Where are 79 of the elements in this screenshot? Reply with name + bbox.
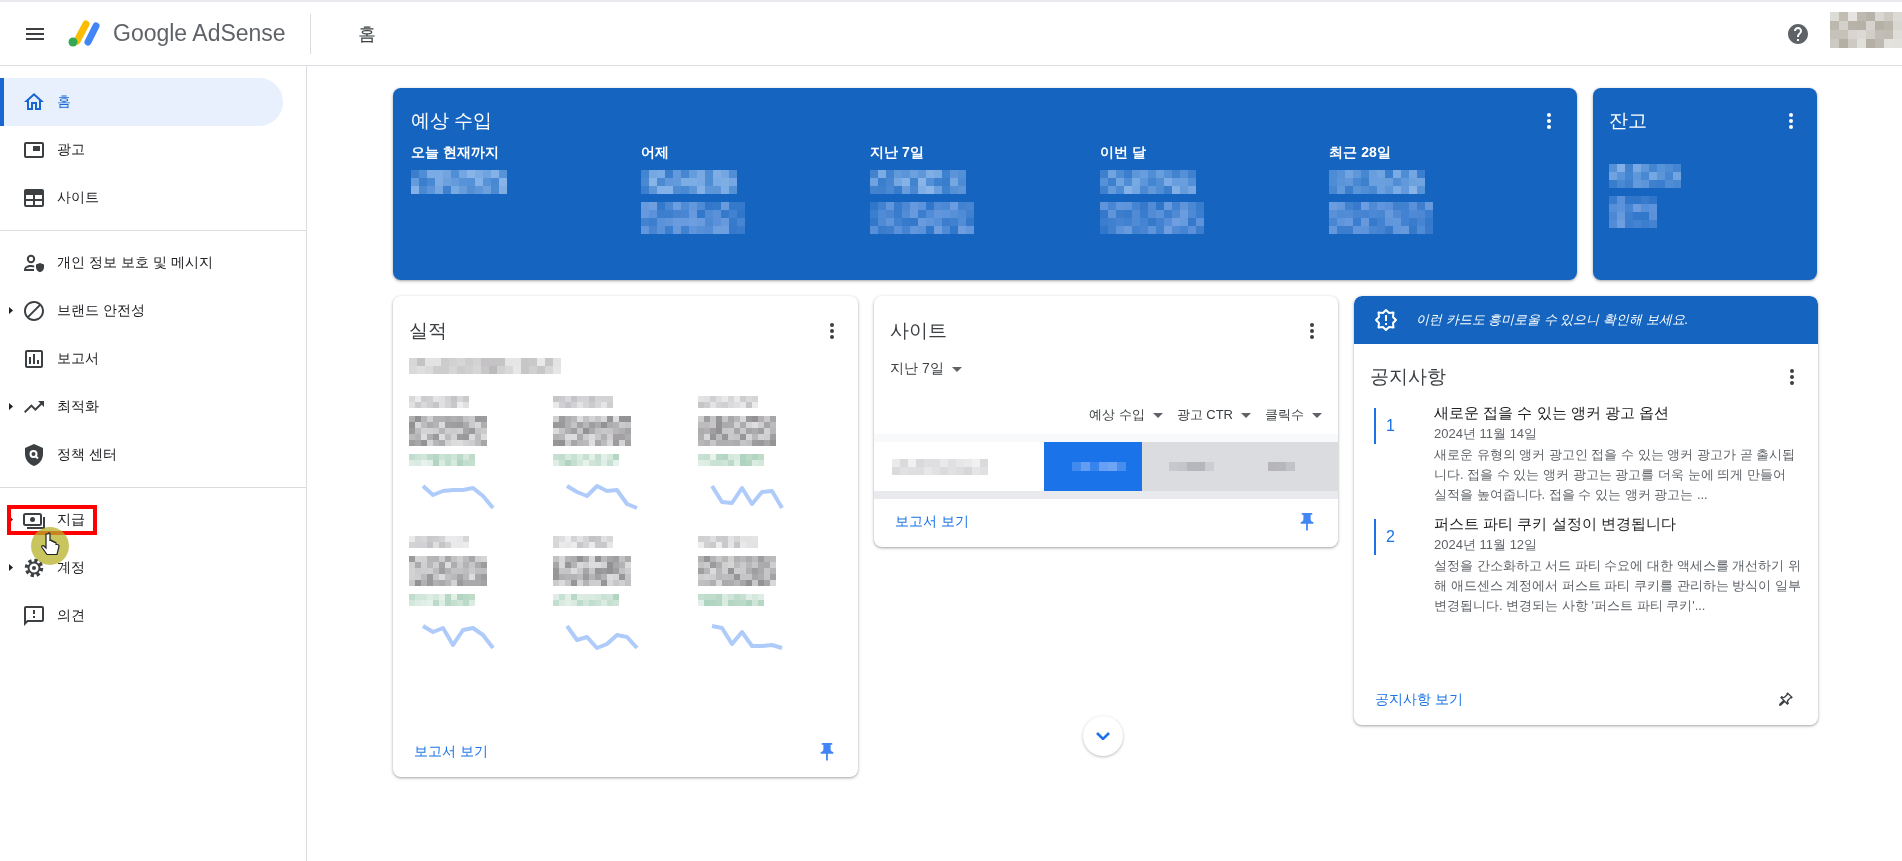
nav-item[interactable]: 의견 (0, 592, 283, 640)
menu-icon[interactable] (26, 27, 44, 40)
card-title: 실적 (409, 319, 447, 343)
caret-icon (1312, 412, 1322, 418)
more-options-icon[interactable] (1790, 369, 1794, 385)
caret-icon (1152, 412, 1163, 418)
pin-icon[interactable] (1776, 691, 1794, 709)
view-report-link[interactable]: 보고서 보기 (414, 743, 488, 761)
nav-item[interactable]: 정책 센터 (0, 431, 283, 479)
period-label: 지난 7일 (870, 144, 925, 162)
redacted-value (1268, 462, 1295, 471)
notice-date: 2024년 11월 12일 (1434, 536, 1539, 554)
more-options-icon[interactable] (1789, 113, 1793, 129)
redacted-value (409, 396, 469, 408)
redacted-value (697, 454, 764, 466)
notice-number: 2 (1374, 519, 1414, 555)
redacted-value (553, 396, 614, 408)
redacted-value (697, 536, 758, 548)
date-range-dropdown[interactable]: 지난 7일 (890, 360, 962, 378)
caret-icon (1241, 412, 1251, 418)
redacted-value (1609, 196, 1657, 228)
card-title: 사이트 (890, 319, 947, 343)
nav-item[interactable]: 지급 (0, 496, 283, 544)
redacted-value (409, 536, 469, 548)
nav-item[interactable]: 광고 (0, 126, 283, 174)
scroll-down-button[interactable] (1083, 716, 1123, 756)
nav-item[interactable]: 사이트 (0, 174, 283, 222)
logo-icon (67, 19, 103, 48)
redacted-value (1169, 462, 1214, 471)
shield-search-icon (22, 443, 46, 467)
view-report-link[interactable]: 보고서 보기 (895, 513, 969, 531)
notice-title[interactable]: 새로운 접을 수 있는 앵커 광고 옵션 (1434, 404, 1802, 423)
card-title: 예상 수입 (411, 109, 493, 133)
redacted-value (1609, 164, 1681, 188)
bar-chart-icon (22, 347, 46, 371)
chevron-down-icon (1096, 732, 1110, 740)
product-name: Google AdSense (113, 20, 286, 47)
avatar-image (1830, 11, 1902, 48)
notice-summary: 새로운 유형의 앵커 광고인 접을 수 있는 앵커 광고가 곧 출시됩니다. 접을 수 있는 앵커 광고는 광고를 더욱 눈에 띄게 만들어 실적을 높여줍니다. 접을 수 있는 앵커 광고는 ... (1434, 446, 1797, 504)
feedback-icon (22, 604, 46, 628)
column-header[interactable]: 광고 CTR (1176, 406, 1251, 424)
banner-text: 이런 카드도 흥미로울 수 있으니 확인해 보세요. (1416, 311, 1689, 329)
period-label: 최근 28일 (1329, 144, 1392, 162)
more-options-icon[interactable] (1310, 323, 1314, 339)
nav-item[interactable]: 브랜드 안전성 (0, 287, 283, 335)
nav-item[interactable]: 개인 정보 보호 및 메시지 (0, 239, 283, 287)
card-title: 잔고 (1609, 109, 1647, 133)
nav-item[interactable]: 보고서 (0, 335, 283, 383)
period-label: 오늘 현재까지 (411, 144, 500, 162)
caret-icon (951, 366, 962, 372)
page-title: 홈 (357, 22, 376, 46)
web-icon (22, 186, 46, 210)
redacted-value (553, 536, 614, 548)
redacted-value (697, 396, 758, 408)
more-options-icon[interactable] (830, 323, 834, 339)
column-header[interactable]: 클릭수 (1265, 406, 1322, 424)
nav-item[interactable]: 계정 (0, 544, 283, 592)
notice-title[interactable]: 퍼스트 파티 쿠키 설정이 변경됩니다 (1434, 515, 1802, 534)
more-options-icon[interactable] (1547, 113, 1551, 129)
card-title: 공지사항 (1370, 365, 1446, 389)
block-icon (22, 299, 46, 323)
notice-date: 2024년 11월 14일 (1434, 425, 1539, 443)
notice-number: 1 (1374, 408, 1414, 444)
notice-summary: 설정을 간소화하고 서드 파티 수요에 대한 액세스를 개선하기 위해 애드센스 계정에서 퍼스트 파티 쿠키를 관리하는 방식이 일부 변경됩니다. 변경되는 사항 '퍼스트 파티 쿠키'... (1434, 557, 1802, 615)
redacted-value (409, 454, 475, 466)
help-icon[interactable] (1786, 21, 1810, 46)
view-notices-link[interactable]: 공지사항 보기 (1375, 691, 1463, 709)
period-label: 어제 (640, 144, 670, 162)
redacted-value (1072, 462, 1126, 471)
period-label: 이번 달 (1099, 144, 1147, 162)
alert-badge-icon (1374, 308, 1398, 332)
nav-item[interactable]: 최적화 (0, 383, 283, 431)
redacted-value (553, 454, 620, 466)
redacted-value (553, 594, 620, 606)
column-header[interactable]: 예상 수입 (1089, 406, 1163, 424)
redacted-value (697, 594, 764, 606)
redacted-value (409, 594, 475, 606)
gear-icon (22, 556, 46, 580)
nav-item[interactable]: 홈 (0, 78, 283, 126)
